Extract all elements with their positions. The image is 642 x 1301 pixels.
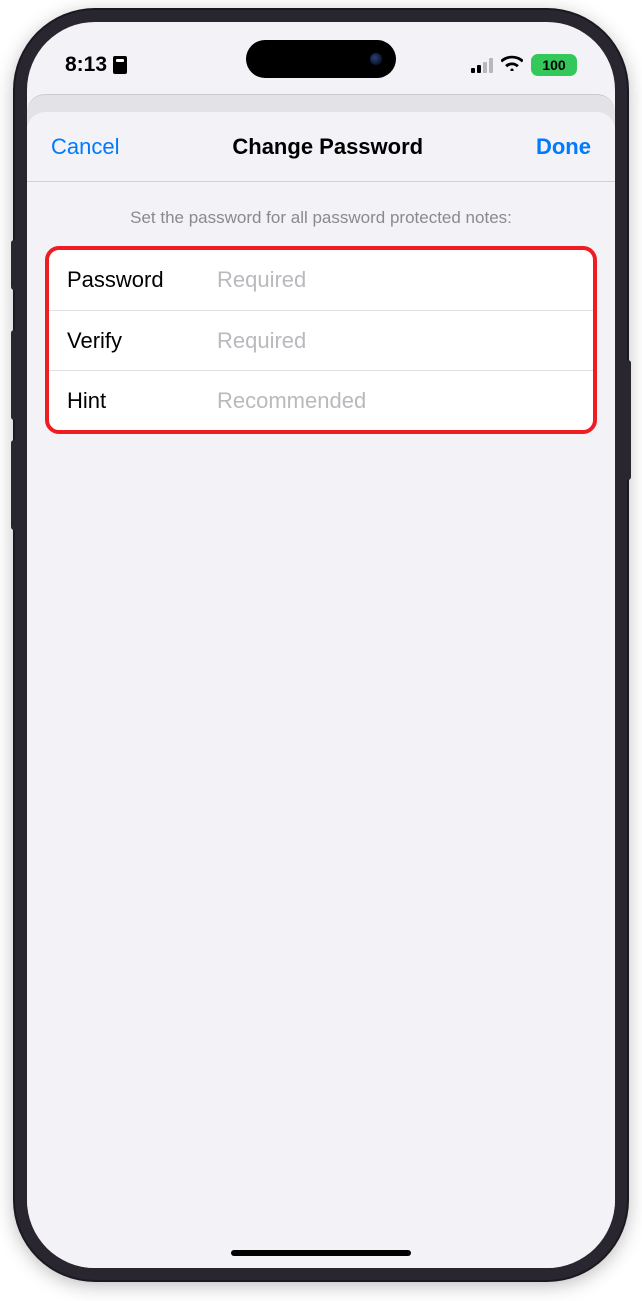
side-button-power [625, 360, 631, 480]
cancel-button[interactable]: Cancel [51, 134, 119, 160]
front-camera-icon [370, 53, 382, 65]
section-description: Set the password for all password protec… [27, 182, 615, 238]
password-label: Password [67, 267, 217, 293]
hint-row: Hint [49, 370, 593, 430]
side-button-vol-down [11, 440, 17, 530]
dynamic-island [246, 40, 396, 78]
wifi-icon [501, 55, 523, 76]
side-button-vol-up [11, 330, 17, 420]
done-button[interactable]: Done [536, 134, 591, 160]
status-time: 8:13 [65, 53, 107, 77]
password-row: Password [49, 250, 593, 310]
nav-bar: Cancel Change Password Done [27, 112, 615, 182]
verify-row: Verify [49, 310, 593, 370]
hint-label: Hint [67, 388, 217, 414]
screen: 8:13 100 Cancel Change Password Done Set… [27, 22, 615, 1268]
battery-icon: 100 [531, 54, 577, 76]
side-button-silent [11, 240, 17, 290]
verify-label: Verify [67, 328, 217, 354]
modal-title: Change Password [232, 134, 423, 160]
sim-icon [113, 56, 127, 74]
change-password-modal: Cancel Change Password Done Set the pass… [27, 112, 615, 1268]
password-input[interactable] [217, 267, 575, 293]
home-indicator[interactable] [231, 1250, 411, 1256]
battery-level: 100 [542, 57, 565, 73]
hint-input[interactable] [217, 388, 575, 414]
phone-frame: 8:13 100 Cancel Change Password Done Set… [15, 10, 627, 1280]
verify-input[interactable] [217, 328, 575, 354]
password-form-group: Password Verify Hint [45, 246, 597, 434]
cellular-signal-icon [471, 58, 493, 73]
